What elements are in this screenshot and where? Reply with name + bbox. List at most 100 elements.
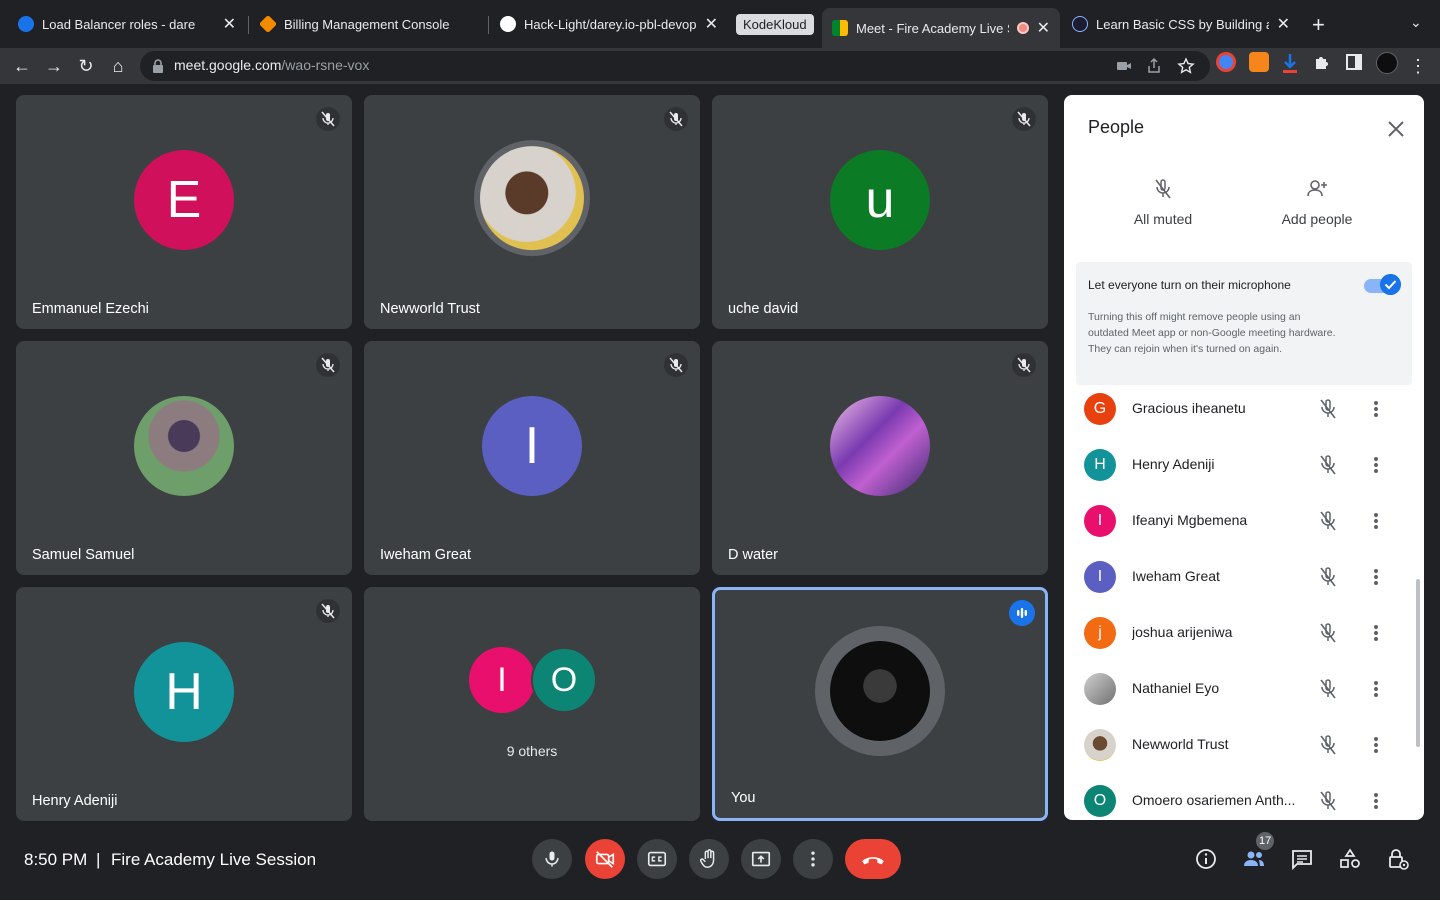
- activities-icon[interactable]: [1338, 847, 1362, 871]
- close-tab-icon[interactable]: ✕: [1037, 18, 1050, 38]
- google-docs-favicon-icon: [18, 16, 34, 32]
- mic-off-icon[interactable]: [1316, 621, 1340, 645]
- participant-tile[interactable]: H Henry Adeniji: [16, 587, 352, 821]
- more-options-icon[interactable]: [1364, 733, 1388, 757]
- participant-tile[interactable]: Samuel Samuel: [16, 341, 352, 575]
- person-name: Gracious iheanetu: [1132, 400, 1246, 416]
- side-panel-icon[interactable]: [1345, 53, 1363, 71]
- participant-tile[interactable]: D water: [712, 341, 1048, 575]
- participant-photo: [480, 146, 584, 251]
- close-tab-icon[interactable]: ✕: [705, 14, 718, 34]
- more-vert-icon: [811, 851, 815, 867]
- browser-menu-icon[interactable]: ⋮: [1406, 54, 1430, 78]
- tab-search-chevron-icon[interactable]: ⌄: [1410, 14, 1422, 31]
- browser-tab[interactable]: Billing Management Console ✕: [250, 8, 486, 40]
- participant-tile[interactable]: I Iweham Great: [364, 341, 700, 575]
- camera-toggle-button[interactable]: [585, 839, 625, 879]
- all-muted-label: All muted: [1133, 211, 1193, 227]
- mic-off-icon[interactable]: [1316, 733, 1340, 757]
- reload-icon[interactable]: ↻: [74, 54, 98, 78]
- participant-name: Emmanuel Ezechi: [32, 301, 149, 317]
- participant-name: Newworld Trust: [380, 301, 480, 317]
- more-options-icon[interactable]: [1364, 397, 1388, 421]
- person-row: I Iweham Great: [1064, 549, 1424, 605]
- camera-in-use-icon[interactable]: [1115, 57, 1133, 75]
- browser-tab[interactable]: Load Balancer roles - dare ✕: [8, 8, 246, 40]
- all-muted-button[interactable]: All muted: [1088, 177, 1238, 229]
- new-tab-icon[interactable]: +: [1312, 12, 1325, 38]
- participant-photo-avatar: [134, 396, 234, 496]
- extension-icon[interactable]: [1216, 52, 1236, 72]
- person-avatar: I: [1084, 505, 1116, 537]
- tab-title: Hack-Light/darey.io-pbl-devop: [524, 16, 697, 32]
- chat-icon[interactable]: [1290, 847, 1314, 871]
- browser-tab[interactable]: Hack-Light/darey.io-pbl-devop ✕: [490, 8, 728, 40]
- participant-tile[interactable]: u uche david: [712, 95, 1048, 329]
- mic-off-icon[interactable]: [1316, 509, 1340, 533]
- panel-title: People: [1088, 117, 1145, 137]
- person-photo-avatar: [1084, 729, 1116, 761]
- participant-tile[interactable]: Newworld Trust: [364, 95, 700, 329]
- mic-off-icon[interactable]: [1316, 789, 1340, 813]
- mic-off-icon: [664, 353, 688, 377]
- microphone-setting: Let everyone turn on their microphone Tu…: [1076, 262, 1412, 385]
- mic-off-icon[interactable]: [1316, 677, 1340, 701]
- close-icon[interactable]: [1384, 117, 1408, 141]
- add-people-label: Add people: [1281, 211, 1353, 227]
- more-options-icon[interactable]: [1364, 789, 1388, 813]
- close-tab-icon[interactable]: ✕: [1277, 14, 1290, 34]
- present-screen-button[interactable]: [741, 839, 781, 879]
- person-row: H Henry Adeniji: [1064, 437, 1424, 493]
- mic-off-icon[interactable]: [1316, 453, 1340, 477]
- meeting-details-info-icon[interactable]: [1194, 847, 1218, 871]
- more-options-icon[interactable]: [1364, 565, 1388, 589]
- share-icon[interactable]: [1145, 57, 1163, 75]
- kodekloud-tab-group[interactable]: KodeKloud: [736, 14, 814, 35]
- address-bar[interactable]: meet.google.com/wao-rsne-vox: [140, 51, 1210, 81]
- more-options-icon[interactable]: [1364, 677, 1388, 701]
- meeting-title: Fire Academy Live Session: [111, 850, 317, 869]
- microphone-button[interactable]: [532, 839, 572, 879]
- profile-avatar[interactable]: [1376, 52, 1398, 74]
- self-tile[interactable]: You: [712, 587, 1048, 821]
- bookmark-star-icon[interactable]: [1177, 57, 1195, 75]
- host-controls-lock-icon[interactable]: [1386, 847, 1410, 871]
- others-tile[interactable]: I O 9 others: [364, 587, 700, 821]
- add-people-button[interactable]: Add people: [1242, 177, 1392, 229]
- mic-off-icon: [316, 599, 340, 623]
- browser-tab-active[interactable]: Meet - Fire Academy Live S ✕: [822, 8, 1060, 48]
- person-row: O Omoero osariemen Anth...: [1064, 773, 1424, 820]
- raise-hand-button[interactable]: [689, 839, 729, 879]
- more-options-icon[interactable]: [1364, 453, 1388, 477]
- participant-photo-avatar: [830, 396, 930, 496]
- more-options-icon[interactable]: [1364, 509, 1388, 533]
- mic-off-icon: [316, 107, 340, 131]
- google-meet-favicon-icon: [832, 20, 848, 36]
- mic-off-icon[interactable]: [1316, 397, 1340, 421]
- browser-tab[interactable]: Learn Basic CSS by Building a ✕: [1062, 8, 1300, 40]
- metamask-extension-icon[interactable]: [1249, 52, 1269, 72]
- extensions-puzzle-icon[interactable]: [1313, 53, 1331, 71]
- download-icon[interactable]: [1280, 52, 1300, 74]
- person-row: Newworld Trust: [1064, 717, 1424, 773]
- microphone-toggle[interactable]: [1364, 274, 1401, 295]
- leave-call-button[interactable]: [845, 839, 901, 879]
- people-icon[interactable]: [1242, 847, 1266, 871]
- closed-captions-icon: [647, 851, 667, 867]
- participant-tile[interactable]: E Emmanuel Ezechi: [16, 95, 352, 329]
- mic-off-icon: [664, 107, 688, 131]
- people-list-scrollbar[interactable]: [1416, 579, 1420, 747]
- forward-arrow-icon[interactable]: →: [42, 54, 66, 78]
- home-icon[interactable]: ⌂: [106, 54, 130, 78]
- mic-off-icon: [1012, 353, 1036, 377]
- browser-toolbar: ← → ↻ ⌂ meet.google.com/wao-rsne-vox ⋮: [0, 48, 1440, 84]
- back-arrow-icon[interactable]: ←: [10, 54, 34, 78]
- more-options-icon[interactable]: [1364, 621, 1388, 645]
- more-options-button[interactable]: [793, 839, 833, 879]
- participant-name: uche david: [728, 301, 799, 317]
- close-tab-icon[interactable]: ✕: [223, 14, 236, 34]
- url-host: meet.google.com: [174, 57, 282, 73]
- mic-off-icon[interactable]: [1316, 565, 1340, 589]
- lock-icon: [153, 59, 163, 73]
- captions-button[interactable]: [637, 839, 677, 879]
